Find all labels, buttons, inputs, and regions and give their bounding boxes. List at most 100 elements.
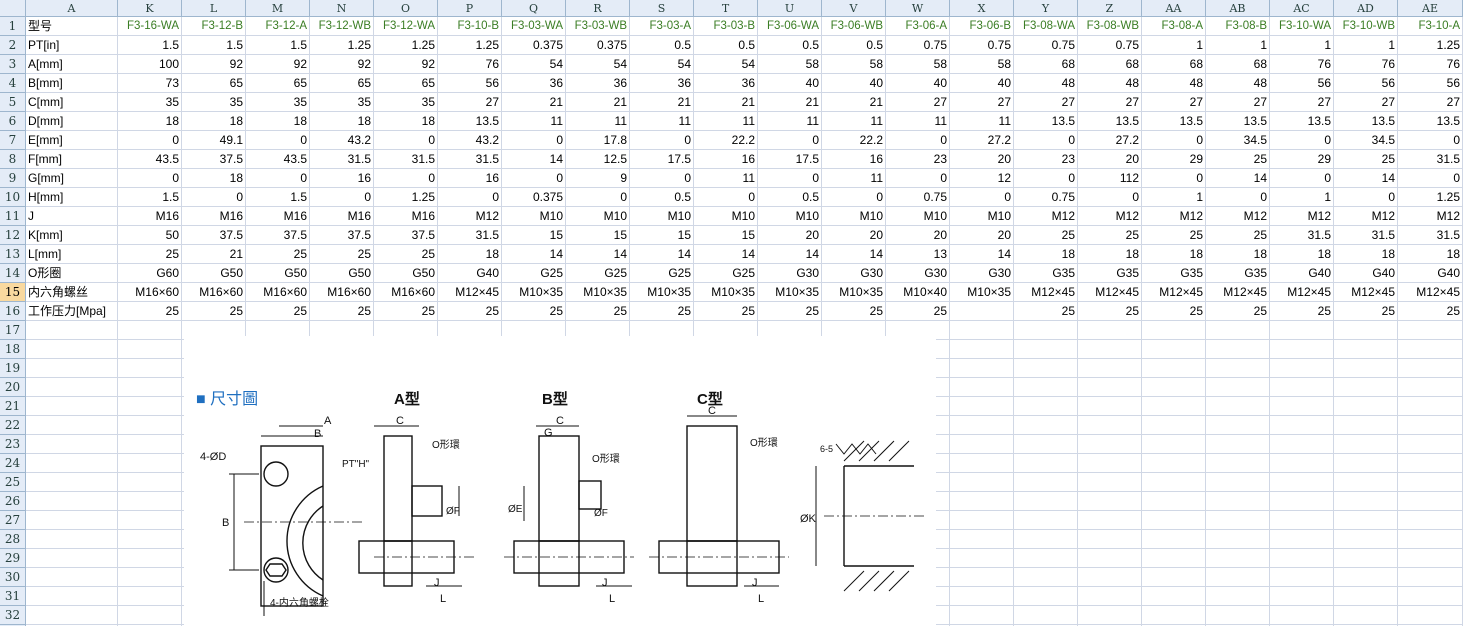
cell-y25[interactable] <box>1014 473 1078 492</box>
cell-n13[interactable]: 25 <box>310 245 374 264</box>
cell-y24[interactable] <box>1014 454 1078 473</box>
cell-r4[interactable]: 36 <box>566 74 630 93</box>
cell-m2[interactable]: 1.5 <box>246 36 310 55</box>
cell-o13[interactable]: 25 <box>374 245 438 264</box>
cell-ad29[interactable] <box>1334 549 1398 568</box>
cell-k26[interactable] <box>118 492 182 511</box>
cell-v8[interactable]: 16 <box>822 150 886 169</box>
cell-z23[interactable] <box>1078 435 1142 454</box>
cell-ab14[interactable]: G35 <box>1206 264 1270 283</box>
cell-k10[interactable]: 1.5 <box>118 188 182 207</box>
cell-ab17[interactable] <box>1206 321 1270 340</box>
cell-ac24[interactable] <box>1270 454 1334 473</box>
cell-x21[interactable] <box>950 397 1014 416</box>
cell-aa29[interactable] <box>1142 549 1206 568</box>
cell-n3[interactable]: 92 <box>310 55 374 74</box>
cell-t12[interactable]: 15 <box>694 226 758 245</box>
column-header-n[interactable]: N <box>310 0 374 17</box>
cell-x18[interactable] <box>950 340 1014 359</box>
cell-y6[interactable]: 13.5 <box>1014 112 1078 131</box>
cell-m9[interactable]: 0 <box>246 169 310 188</box>
cell-s1[interactable]: F3-03-A <box>630 17 694 36</box>
cell-ae32[interactable] <box>1398 606 1463 625</box>
cell-ab24[interactable] <box>1206 454 1270 473</box>
cell-ae7[interactable]: 0 <box>1398 131 1463 150</box>
cell-ad24[interactable] <box>1334 454 1398 473</box>
cell-ac31[interactable] <box>1270 587 1334 606</box>
cell-t6[interactable]: 11 <box>694 112 758 131</box>
cell-q3[interactable]: 54 <box>502 55 566 74</box>
cell-ac14[interactable]: G40 <box>1270 264 1334 283</box>
cell-ab3[interactable]: 68 <box>1206 55 1270 74</box>
cell-ae25[interactable] <box>1398 473 1463 492</box>
cell-s7[interactable]: 0 <box>630 131 694 150</box>
row-header-2[interactable]: 2 <box>0 36 26 55</box>
cell-ab25[interactable] <box>1206 473 1270 492</box>
cell-k32[interactable] <box>118 606 182 625</box>
cell-z22[interactable] <box>1078 416 1142 435</box>
cell-z32[interactable] <box>1078 606 1142 625</box>
column-header-z[interactable]: Z <box>1078 0 1142 17</box>
cell-ad17[interactable] <box>1334 321 1398 340</box>
row-header-7[interactable]: 7 <box>0 131 26 150</box>
cell-l2[interactable]: 1.5 <box>182 36 246 55</box>
cell-p4[interactable]: 56 <box>438 74 502 93</box>
cell-r13[interactable]: 14 <box>566 245 630 264</box>
cell-ad7[interactable]: 34.5 <box>1334 131 1398 150</box>
cell-ae5[interactable]: 27 <box>1398 93 1463 112</box>
cell-ac16[interactable]: 25 <box>1270 302 1334 321</box>
cell-y13[interactable]: 18 <box>1014 245 1078 264</box>
cell-ad11[interactable]: M12 <box>1334 207 1398 226</box>
cell-ab12[interactable]: 25 <box>1206 226 1270 245</box>
cell-ac9[interactable]: 0 <box>1270 169 1334 188</box>
cell-ab26[interactable] <box>1206 492 1270 511</box>
cell-r8[interactable]: 12.5 <box>566 150 630 169</box>
cell-x1[interactable]: F3-06-B <box>950 17 1014 36</box>
cell-k1[interactable]: F3-16-WA <box>118 17 182 36</box>
cell-s14[interactable]: G25 <box>630 264 694 283</box>
cell-x14[interactable]: G30 <box>950 264 1014 283</box>
cell-z2[interactable]: 0.75 <box>1078 36 1142 55</box>
cell-a22[interactable] <box>26 416 118 435</box>
cell-k25[interactable] <box>118 473 182 492</box>
cell-ab7[interactable]: 34.5 <box>1206 131 1270 150</box>
cell-x31[interactable] <box>950 587 1014 606</box>
cell-ab32[interactable] <box>1206 606 1270 625</box>
cell-k3[interactable]: 100 <box>118 55 182 74</box>
cell-ac13[interactable]: 18 <box>1270 245 1334 264</box>
cell-y11[interactable]: M12 <box>1014 207 1078 226</box>
cell-aa16[interactable]: 25 <box>1142 302 1206 321</box>
cell-y30[interactable] <box>1014 568 1078 587</box>
cell-ae26[interactable] <box>1398 492 1463 511</box>
cell-r15[interactable]: M10×35 <box>566 283 630 302</box>
cell-ac28[interactable] <box>1270 530 1334 549</box>
cell-p14[interactable]: G40 <box>438 264 502 283</box>
cell-n2[interactable]: 1.25 <box>310 36 374 55</box>
cell-aa6[interactable]: 13.5 <box>1142 112 1206 131</box>
cell-v6[interactable]: 11 <box>822 112 886 131</box>
cell-ae23[interactable] <box>1398 435 1463 454</box>
cell-z26[interactable] <box>1078 492 1142 511</box>
cell-aa3[interactable]: 68 <box>1142 55 1206 74</box>
cell-ab8[interactable]: 25 <box>1206 150 1270 169</box>
cell-x2[interactable]: 0.75 <box>950 36 1014 55</box>
cell-m11[interactable]: M16 <box>246 207 310 226</box>
cell-ad16[interactable]: 25 <box>1334 302 1398 321</box>
cell-ac1[interactable]: F3-10-WA <box>1270 17 1334 36</box>
cell-n1[interactable]: F3-12-WB <box>310 17 374 36</box>
cell-q15[interactable]: M10×35 <box>502 283 566 302</box>
cell-u10[interactable]: 0.5 <box>758 188 822 207</box>
cell-x6[interactable]: 11 <box>950 112 1014 131</box>
cell-ae3[interactable]: 76 <box>1398 55 1463 74</box>
cell-ad8[interactable]: 25 <box>1334 150 1398 169</box>
cell-ac15[interactable]: M12×45 <box>1270 283 1334 302</box>
dimension-drawing-image[interactable]: ■ 尺寸圖 A型 B型 C型 4-ØD A B B 4-内六角螺栓 PT"H" … <box>184 336 936 626</box>
cell-u2[interactable]: 0.5 <box>758 36 822 55</box>
cell-a16[interactable]: 工作压力[Mpa] <box>26 302 118 321</box>
cell-t2[interactable]: 0.5 <box>694 36 758 55</box>
row-header-15[interactable]: 15 <box>0 283 26 302</box>
cell-x28[interactable] <box>950 530 1014 549</box>
cell-a31[interactable] <box>26 587 118 606</box>
row-header-18[interactable]: 18 <box>0 340 26 359</box>
cell-m5[interactable]: 35 <box>246 93 310 112</box>
